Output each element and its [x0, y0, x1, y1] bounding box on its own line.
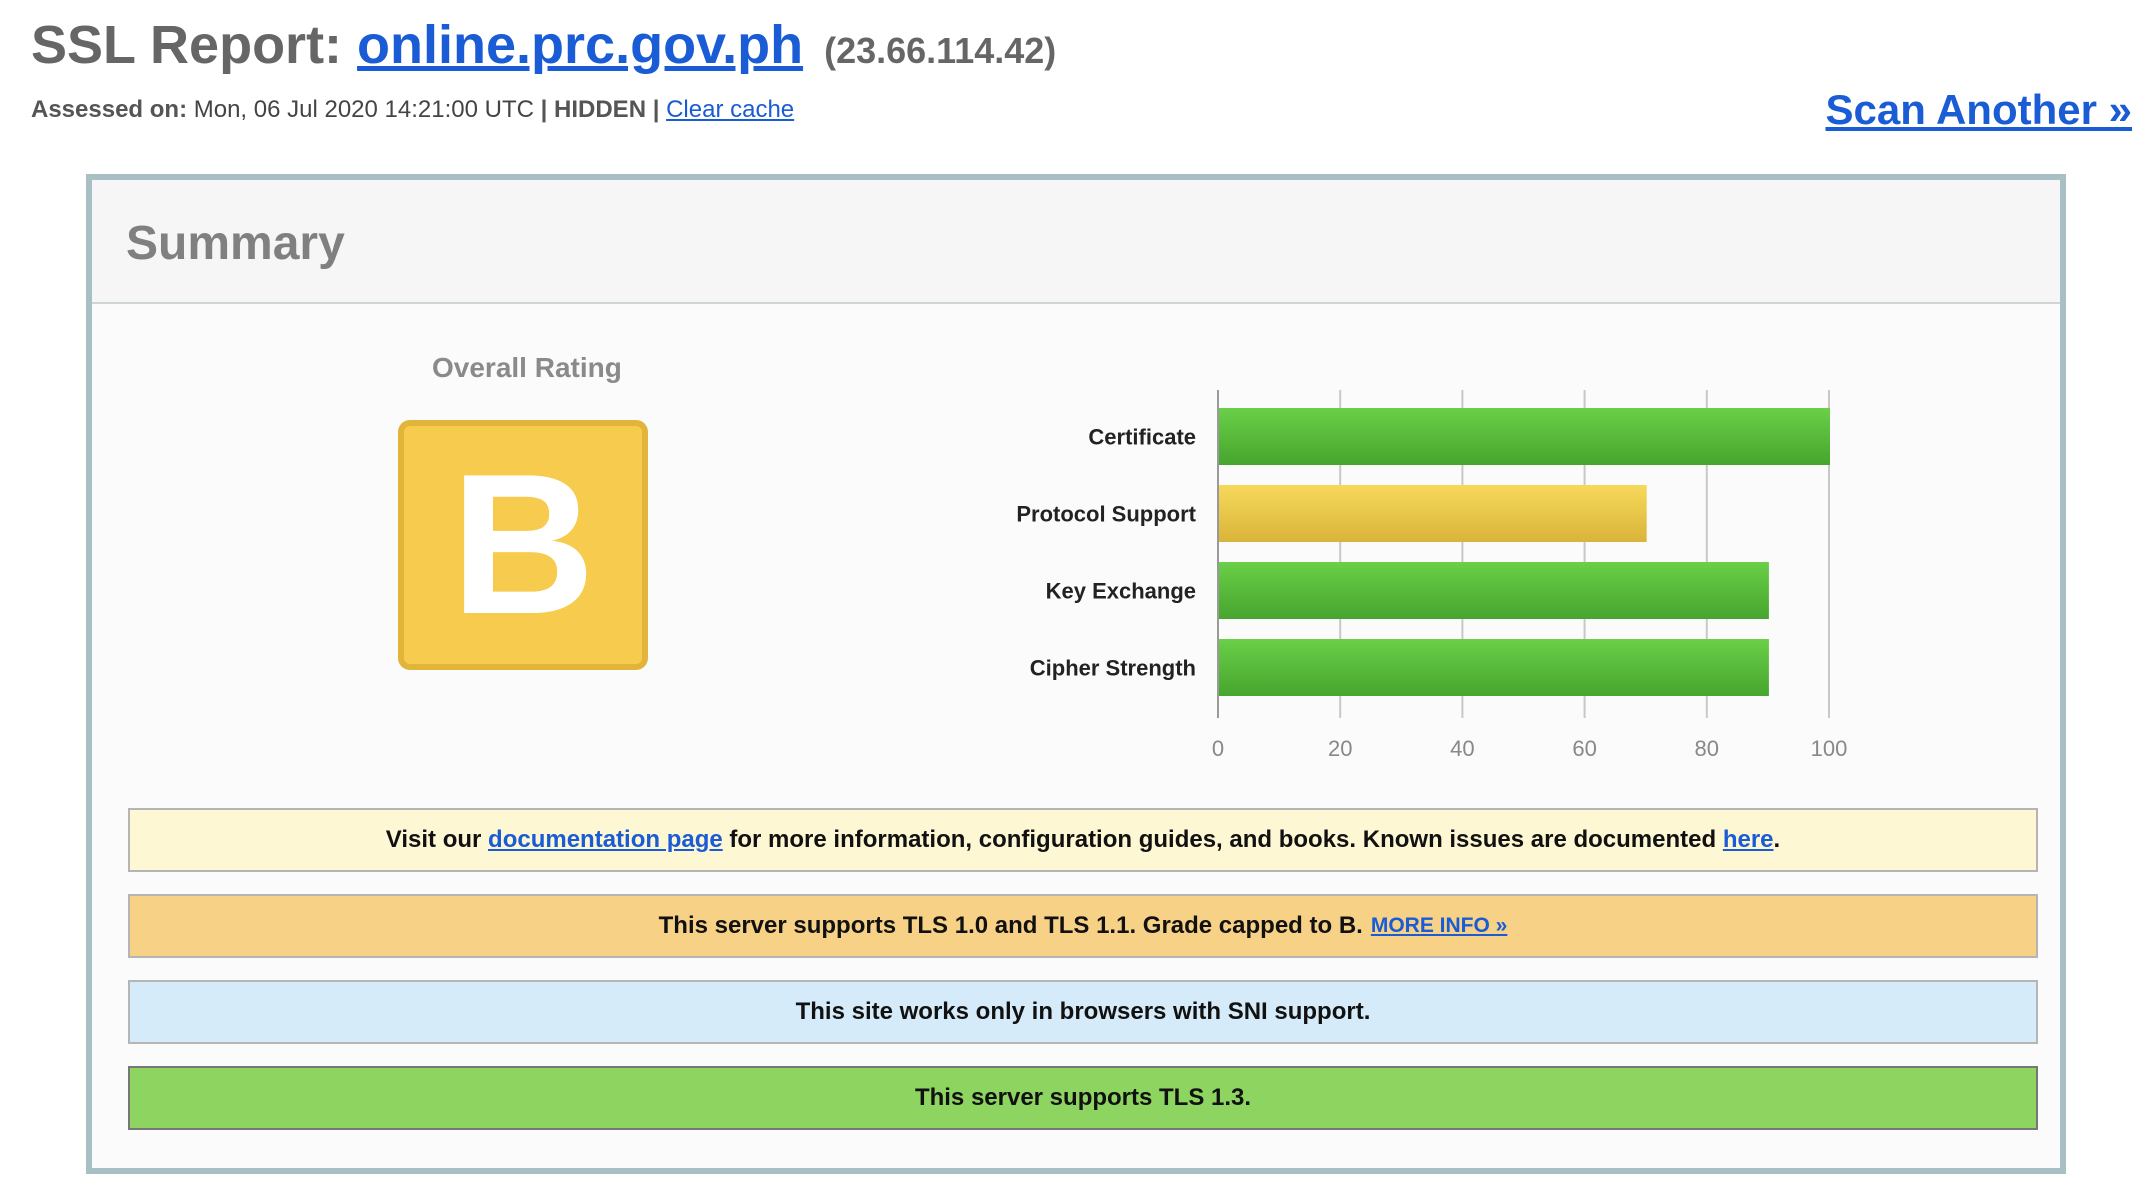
- scan-another-link[interactable]: Scan Another »: [1825, 86, 2132, 134]
- notice-text: .: [1773, 826, 1781, 853]
- tls-grade-cap-notice: This server supports TLS 1.0 and TLS 1.1…: [128, 894, 2038, 958]
- host-link[interactable]: online.prc.gov.ph: [357, 15, 803, 75]
- notice-text: for more information, configuration guid…: [729, 826, 1717, 853]
- chart-category-label: Cipher Strength: [1030, 656, 1196, 681]
- ip-address: (23.66.114.42): [824, 30, 1057, 71]
- title-prefix: SSL Report:: [31, 15, 343, 75]
- documentation-notice: Visit our documentation page for more in…: [128, 808, 2038, 872]
- chart-category-label: Key Exchange: [1046, 579, 1196, 604]
- notice-text: Visit our: [385, 826, 482, 853]
- more-info-link[interactable]: MORE INFO »: [1371, 914, 1508, 938]
- tls13-notice: This server supports TLS 1.3.: [128, 1066, 2038, 1130]
- assessed-date: Mon, 06 Jul 2020 14:21:00 UTC: [193, 96, 534, 123]
- chart-tick-label: 80: [1695, 736, 1719, 761]
- chart-tick-label: 0: [1212, 736, 1224, 761]
- known-issues-link[interactable]: here: [1723, 826, 1774, 854]
- notice-text: This server supports TLS 1.3.: [914, 1084, 1252, 1111]
- notice-text: This site works only in browsers with SN…: [795, 998, 1371, 1025]
- chart-tick-label: 40: [1450, 736, 1474, 761]
- assessment-info: Assessed on: Mon, 06 Jul 2020 14:21:00 U…: [31, 96, 794, 124]
- chart-category-label: Protocol Support: [1016, 502, 1196, 527]
- chart-category-label: Certificate: [1088, 425, 1196, 450]
- chart-tick-label: 100: [1811, 736, 1848, 761]
- chart-bar: [1219, 562, 1769, 619]
- documentation-page-link[interactable]: documentation page: [488, 826, 723, 854]
- chart-tick-label: 20: [1328, 736, 1352, 761]
- chart-tick-label: 60: [1572, 736, 1596, 761]
- chart-bar: [1219, 639, 1769, 696]
- separator: |: [652, 96, 660, 123]
- assessed-label: Assessed on:: [31, 96, 188, 123]
- sni-notice: This site works only in browsers with SN…: [128, 980, 2038, 1044]
- report-title: SSL Report: online.prc.gov.ph (23.66.114…: [31, 14, 1056, 76]
- clear-cache-link[interactable]: Clear cache: [666, 96, 794, 123]
- hidden-status: HIDDEN: [554, 96, 647, 123]
- summary-panel: Summary Overall Rating B 0 20 40 60 80 100 Cer…: [86, 174, 2066, 1174]
- notice-text: This server supports TLS 1.0 and TLS 1.1…: [658, 912, 1363, 939]
- separator: |: [540, 96, 548, 123]
- chart-bar: [1219, 408, 1830, 465]
- chart-bar: [1219, 485, 1647, 542]
